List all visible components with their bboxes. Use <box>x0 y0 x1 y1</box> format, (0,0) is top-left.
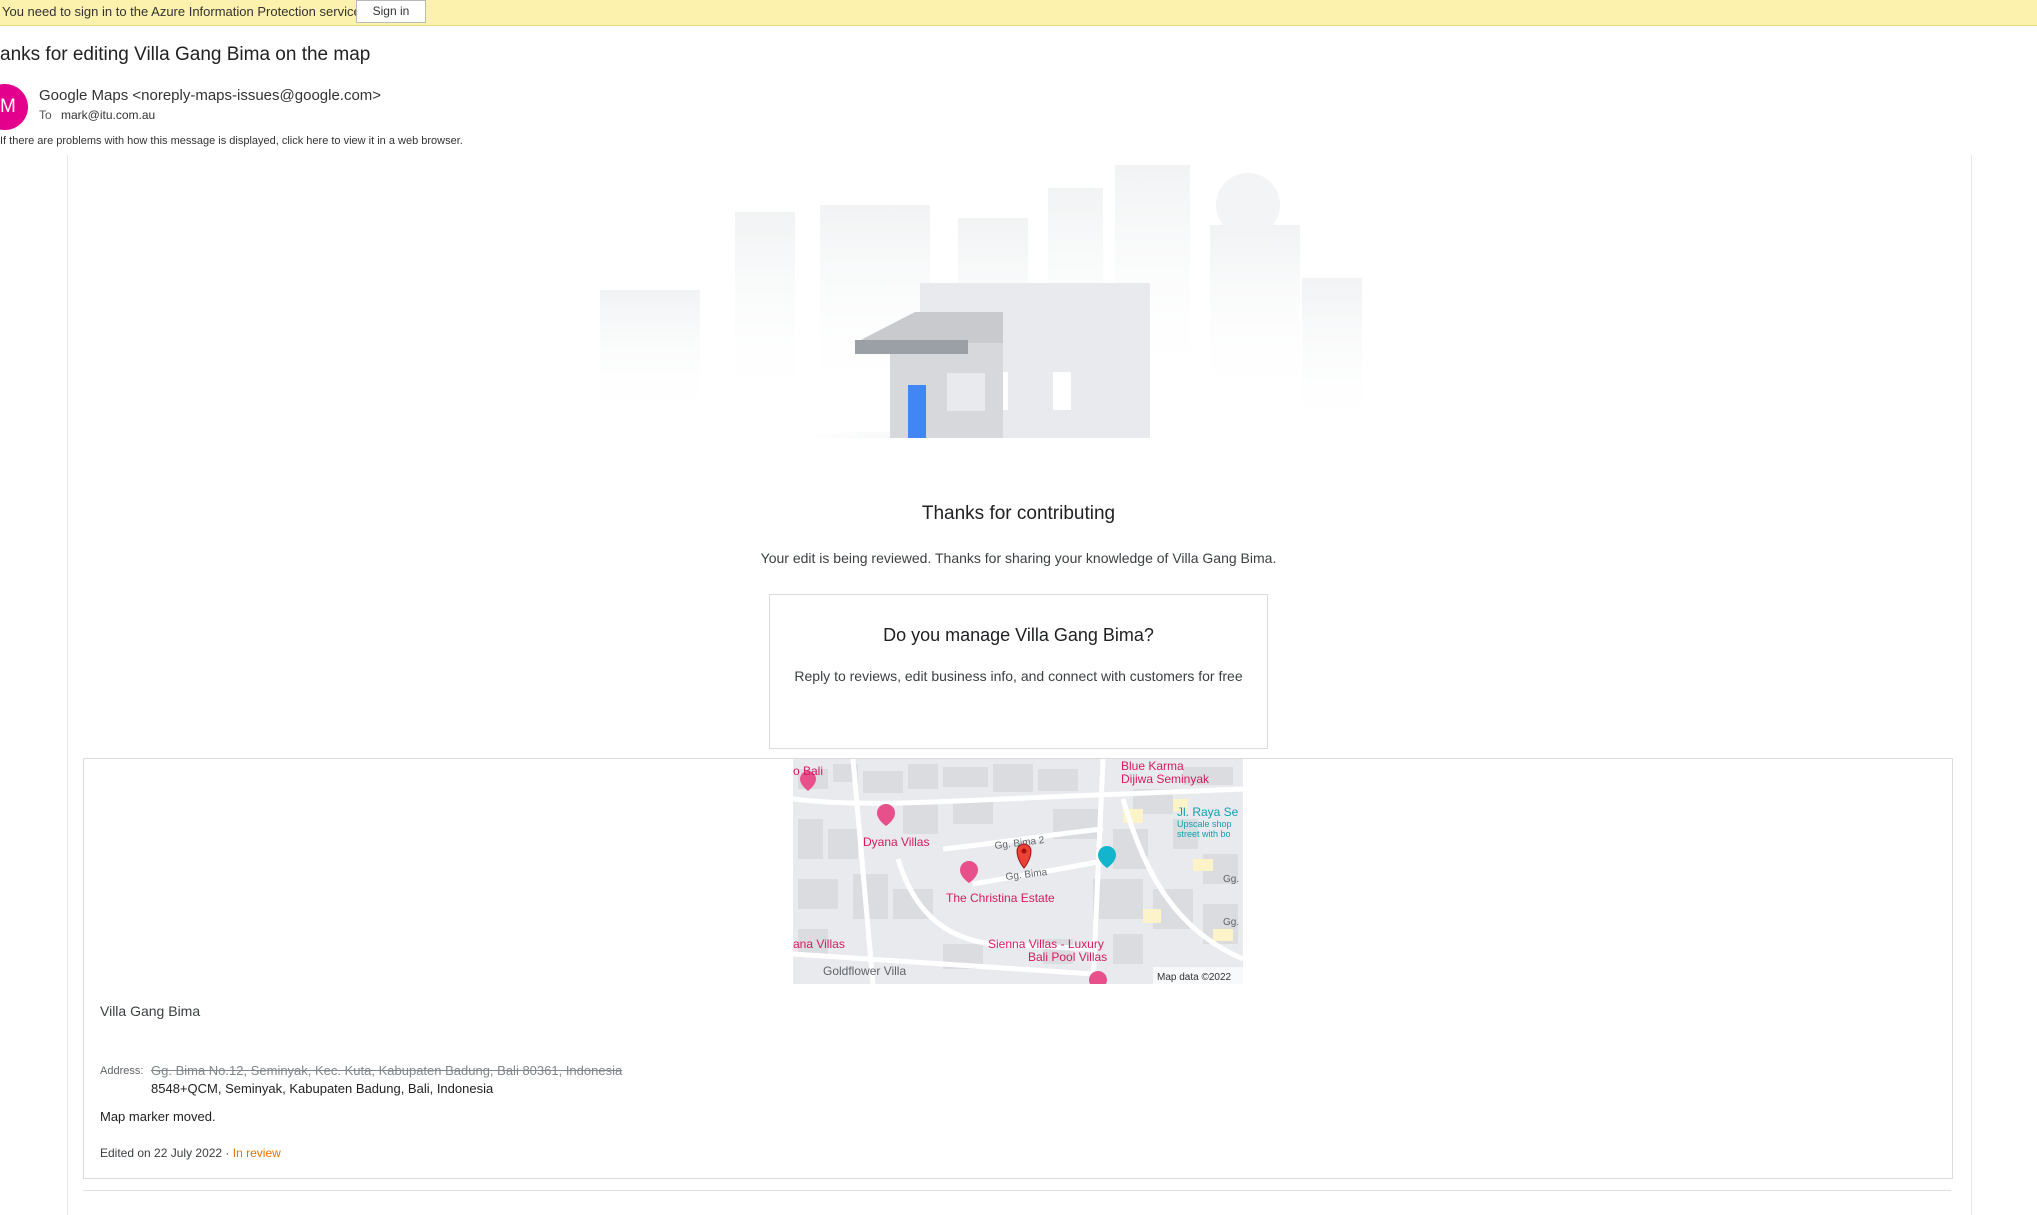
info-bar: You need to sign in to the Azure Informa… <box>0 0 2037 26</box>
map-label: Goldflower Villa <box>823 964 906 978</box>
edit-status-line: Edited on 22 July 2022 · In review <box>100 1146 281 1160</box>
house-front <box>890 343 1003 438</box>
map-label: Dyana Villas <box>863 835 929 849</box>
map-label: o Bali <box>793 764 823 778</box>
new-address: 8548+QCM, Seminyak, Kabupaten Badung, Ba… <box>151 1081 494 1096</box>
map-label: Sienna Villas - Luxury <box>988 937 1104 951</box>
to-label: To <box>39 108 52 122</box>
sender-name[interactable]: Google Maps <noreply-maps-issues@google.… <box>39 87 381 104</box>
divider <box>83 1190 1951 1191</box>
thanks-subtitle: Your edit is being reviewed. Thanks for … <box>760 550 1277 566</box>
map-label: Blue Karma <box>1121 759 1184 773</box>
skyline-building <box>1210 225 1300 405</box>
map-label: street with bo <box>1177 829 1231 839</box>
avatar[interactable]: M <box>0 84 28 130</box>
city-illustration <box>600 165 1362 438</box>
email-subject: anks for editing Villa Gang Bima on the … <box>0 44 371 65</box>
map-label: Upscale shop <box>1177 819 1232 829</box>
manage-business-card[interactable]: Do you manage Villa Gang Bima? Reply to … <box>769 594 1268 749</box>
info-bar-message: You need to sign in to the Azure Informa… <box>2 4 361 19</box>
manage-business-title: Do you manage Villa Gang Bima? <box>883 625 1154 645</box>
map-label: Dijiwa Seminyak <box>1121 772 1210 786</box>
display-problem-notice[interactable]: If there are problems with how this mess… <box>0 135 463 147</box>
map-label: Jl. Raya Se <box>1177 805 1239 819</box>
map-label: Bali Pool Villas <box>1028 950 1107 964</box>
blue-door <box>908 385 926 438</box>
sign-in-button[interactable]: Sign in <box>356 0 426 23</box>
skyline-building <box>600 290 700 420</box>
map-copyright: Map data ©2022 <box>1157 972 1232 983</box>
recipient[interactable]: mark@itu.com.au <box>61 108 155 122</box>
review-status-badge: In review <box>232 1146 281 1160</box>
map-label: ana Villas <box>793 937 845 951</box>
edited-date: Edited on 22 July 2022 <box>100 1146 223 1160</box>
map-label: The Christina Estate <box>946 891 1055 905</box>
thanks-heading: Thanks for contributing <box>921 503 1116 524</box>
manage-business-subtitle: Reply to reviews, edit business info, an… <box>794 668 1243 684</box>
marker-moved-note: Map marker moved. <box>100 1109 216 1124</box>
house-window <box>947 373 985 411</box>
skyline-building <box>1302 278 1362 438</box>
address-label: Address: <box>100 1065 144 1077</box>
awning <box>855 340 968 354</box>
map-label: Gg. <box>1223 874 1239 885</box>
separator: · <box>222 1146 233 1160</box>
map-label: Gg. <box>1223 917 1239 928</box>
old-address: Gg. Bima No.12, Seminyak, Kec. Kuta, Kab… <box>151 1063 623 1078</box>
avatar-initials: M <box>0 96 16 117</box>
building-window <box>1053 372 1071 410</box>
place-name: Villa Gang Bima <box>100 1003 201 1019</box>
skyline-building <box>735 212 795 412</box>
map-snapshot[interactable]: o Bali Blue Karma Dijiwa Seminyak Dyana … <box>793 759 1243 984</box>
